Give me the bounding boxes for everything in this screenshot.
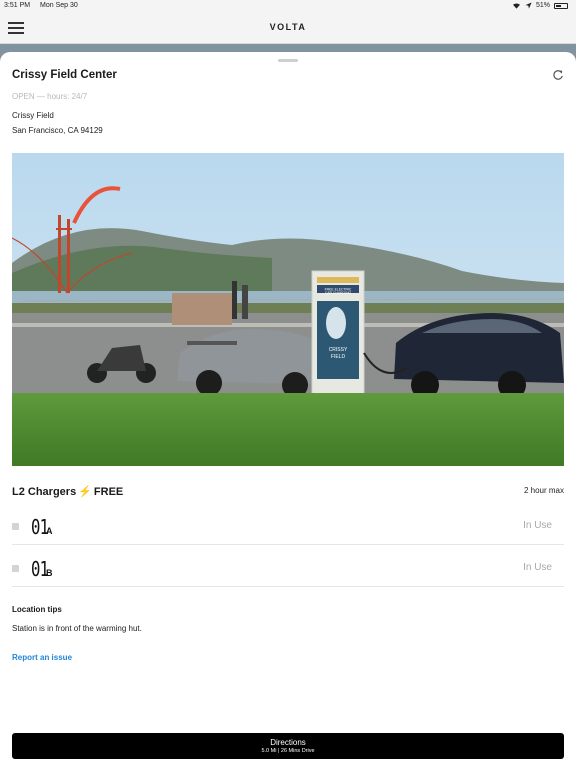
charger-letter: B	[46, 568, 53, 578]
charger-section-title: L2 Chargers ⚡ FREE	[12, 485, 124, 499]
status-date: Mon Sep 30	[40, 2, 78, 9]
charger-status-dot	[12, 565, 19, 572]
charger-status: In Use	[523, 520, 552, 531]
report-issue-link[interactable]: Report an issue	[12, 653, 72, 662]
kiosk-line-4: FIELD	[331, 354, 346, 360]
battery-icon	[554, 2, 568, 9]
battery-percent: 51%	[535, 2, 550, 9]
directions-distance: 5.0 Mi | 26 Mins Drive	[261, 748, 315, 754]
directions-button[interactable]: Directions 5.0 Mi | 26 Mins Drive	[12, 733, 564, 759]
station-hours: OPEN — hours: 24/7	[12, 92, 88, 101]
app-logo: VOLTA	[269, 22, 307, 32]
wifi-icon	[512, 3, 520, 9]
sheet-grabber-handle[interactable]	[278, 59, 298, 62]
location-tips-heading: Location tips	[12, 605, 62, 614]
address-line-2: San Francisco, CA 94129	[12, 126, 103, 135]
refresh-icon[interactable]	[552, 69, 564, 81]
directions-label: Directions	[270, 738, 306, 747]
charger-price: FREE	[93, 485, 124, 498]
location-arrow-icon	[525, 2, 532, 9]
status-bar: 3:51 PM Mon Sep 30 51%	[0, 0, 576, 12]
battery-level	[556, 4, 562, 7]
charger-letter: A	[46, 526, 53, 536]
station-title: Crissy Field Center	[12, 69, 117, 81]
kiosk-line-2: CAR CHARGING	[325, 291, 352, 295]
charger-type-label: L2 Chargers	[12, 485, 77, 498]
charger-row-b[interactable]: 01 B In Use	[12, 547, 564, 587]
bolt-icon: ⚡	[78, 486, 92, 498]
station-detail-sheet: Crissy Field Center OPEN — hours: 24/7 C…	[0, 52, 576, 768]
nav-bar: VOLTA	[0, 12, 576, 44]
kiosk-line-3: CRISSY	[329, 347, 348, 353]
address-line-1: Crissy Field	[12, 111, 54, 120]
charging-kiosk: FREE ELECTRIC CAR CHARGING CRISSY FIELD	[311, 270, 365, 400]
charge-time-limit: 2 hour max	[523, 486, 564, 495]
location-tips-text: Station is in front of the warming hut.	[12, 624, 142, 633]
status-time: 3:51 PM	[4, 2, 31, 9]
station-photo: FREE ELECTRIC CAR CHARGING CRISSY FIELD	[12, 153, 564, 466]
charger-row-a[interactable]: 01 A In Use	[12, 505, 564, 545]
charger-status-dot	[12, 523, 19, 530]
charger-status: In Use	[523, 562, 552, 573]
